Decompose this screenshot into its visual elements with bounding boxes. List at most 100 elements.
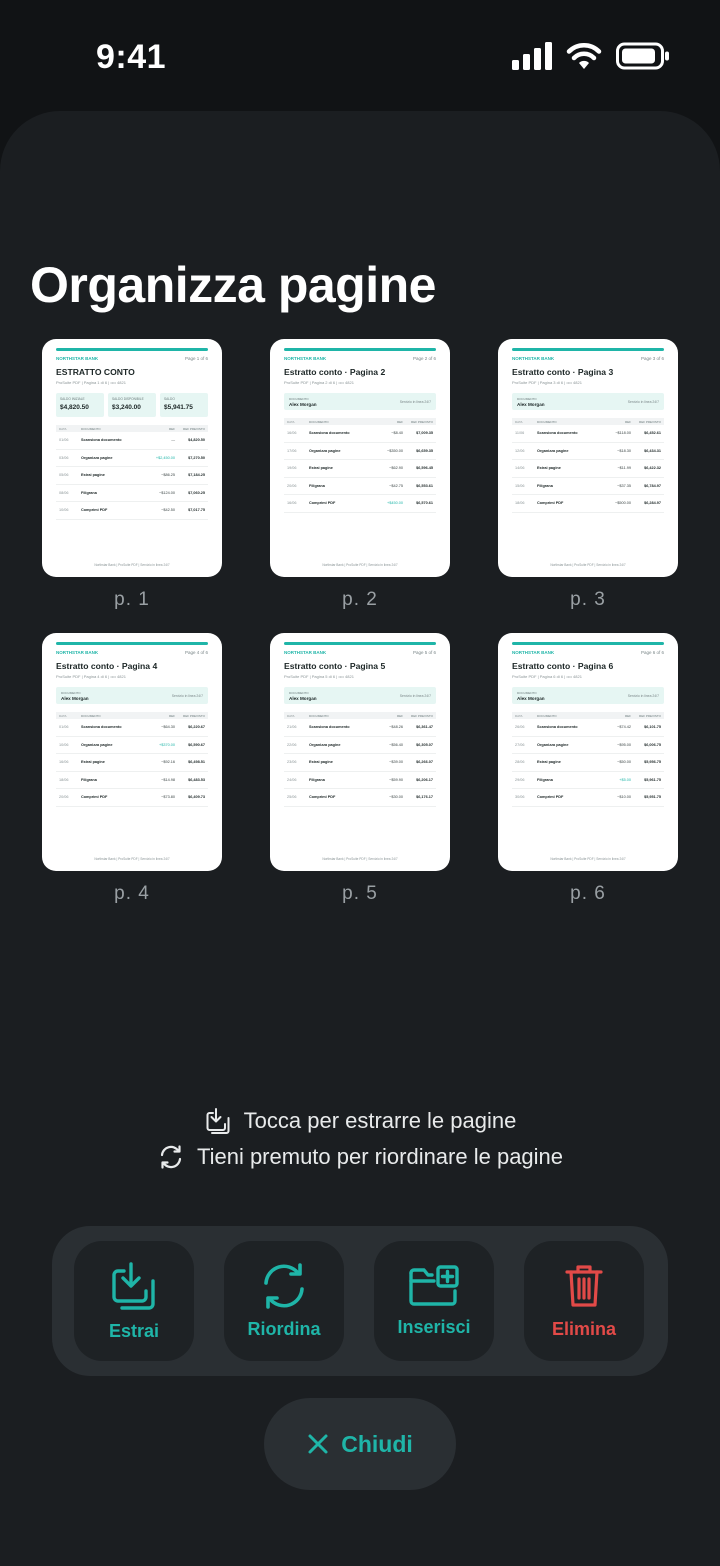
bank-name: NORTHSTAR BANK (56, 356, 99, 361)
col-doc: DOCUMENTO (309, 713, 329, 718)
row-date: 30/06 (515, 795, 525, 800)
row-date: 24/06 (287, 777, 297, 782)
col-doc: DOCUMENTO (537, 419, 557, 424)
col-date: DATA (287, 713, 295, 718)
preview-header: NORTHSTAR BANK Page 1 of 6 (56, 356, 208, 361)
page-preview[interactable]: NORTHSTAR BANK Page 3 of 6 Estratto conto … (498, 339, 678, 577)
page-thumbnail-1[interactable]: NORTHSTAR BANK Page 1 of 6 ESTRATTO CONTO P… (42, 339, 222, 611)
row-doc: Comprimi PDF (81, 795, 108, 800)
row-balance: $6,101.75 (644, 725, 661, 730)
page-label: p. 4 (114, 883, 150, 904)
row-date: 16/06 (287, 431, 297, 436)
row-amount: −$500.00 (615, 501, 631, 506)
row-balance: $6,361.47 (416, 725, 433, 730)
reorder-button[interactable]: Riordina (224, 1241, 344, 1361)
insert-button[interactable]: Inserisci (374, 1241, 494, 1361)
preview-header: NORTHSTAR BANK Page 3 of 6 (512, 356, 664, 361)
row-balance: $5,951.75 (644, 795, 661, 800)
summary-card-key: SALDO INIZIALE (60, 397, 85, 401)
summary-card-key: SALDO DISPONIBILE (112, 397, 144, 401)
row-amount: −$56.40 (389, 742, 403, 747)
table-row: 19/06 Estrai pagine −$62.90 $6,596.45 (284, 460, 436, 478)
preview-footer: Northstar Bank | ProSuite PDF | Servizio… (94, 563, 170, 567)
page-thumbnail-4[interactable]: NORTHSTAR BANK Page 4 of 6 Estratto conto … (42, 633, 222, 905)
row-balance: $7,009.35 (416, 431, 433, 436)
row-doc: Filigrana (81, 777, 97, 782)
row-amount: +$450.00 (387, 501, 403, 506)
row-balance: $6,409.73 (188, 795, 205, 800)
preview-title: Estratto conto · Pagina 4 (56, 661, 158, 671)
table-row: 05/06 Estrai pagine −$86.25 $7,184.25 (56, 467, 208, 485)
page-label: p. 1 (114, 589, 150, 610)
row-date: 17/06 (287, 448, 297, 453)
row-date: 08/06 (59, 490, 69, 495)
preview-subtitle: ProSuite PDF | Pagina 5 di 6 | •••• 4821 (284, 674, 354, 679)
table-row: 26/06 Scansiona documento −$74.42 $6,101.75 (512, 719, 664, 737)
row-amount: −$92.16 (161, 760, 175, 765)
battery-icon (616, 42, 669, 70)
row-date: 18/06 (59, 777, 69, 782)
page-number: Page 3 of 6 (640, 356, 664, 361)
table-row: 30/06 Comprimi PDF −$10.00 $5,951.75 (512, 789, 664, 807)
col-date: DATA (515, 419, 523, 424)
row-balance: $6,284.97 (644, 501, 661, 506)
row-amount: −$59.90 (389, 777, 403, 782)
row-date: 27/06 (515, 742, 525, 747)
row-amount: +$2,450.00 (155, 455, 175, 460)
preview-footer: Northstar Bank | ProSuite PDF | Servizio… (550, 563, 626, 567)
preview-title: Estratto conto · Pagina 5 (284, 661, 386, 671)
preview-header: NORTHSTAR BANK Page 6 of 6 (512, 650, 664, 655)
preview-title: Estratto conto · Pagina 2 (284, 367, 386, 377)
extract-button[interactable]: Estrai (74, 1241, 194, 1361)
table-row: 20/06 Filigrana −$42.75 $6,553.61 (284, 478, 436, 495)
row-amount: −$30.00 (389, 795, 403, 800)
bank-name: NORTHSTAR BANK (284, 356, 327, 361)
summary-card-value: $3,240.00 (112, 404, 141, 411)
page-preview[interactable]: NORTHSTAR BANK Page 6 of 6 Estratto conto … (498, 633, 678, 871)
row-amount: −$50.00 (617, 760, 631, 765)
holder-note: Servizio in linea 24/7 (627, 399, 659, 404)
accent-bar (56, 348, 208, 351)
col-date: DATA (287, 419, 295, 424)
row-date: 29/06 (515, 777, 525, 782)
row-date: 14/06 (515, 466, 525, 471)
page-preview[interactable]: NORTHSTAR BANK Page 2 of 6 Estratto conto … (270, 339, 450, 577)
table-row: 16/06 Scansiona documento −$8.40 $7,009.35 (284, 425, 436, 443)
table-row: 17/06 Organizza pagine −$350.00 $6,659.35 (284, 443, 436, 460)
row-doc: Filigrana (81, 490, 97, 495)
summary-card: SALDO DISPONIBILE $3,240.00 (108, 393, 156, 417)
preview-subtitle: ProSuite PDF | Pagina 2 di 6 | •••• 4821 (284, 380, 354, 385)
delete-button[interactable]: Elimina (524, 1241, 644, 1361)
accent-bar (284, 348, 436, 351)
table-header: DATA DOCUMENTO REF REF PREVISTO (56, 425, 208, 432)
row-balance: $6,659.35 (416, 448, 433, 453)
row-amount: −$73.80 (161, 795, 175, 800)
holder-note: Servizio in linea 24/7 (399, 693, 431, 698)
row-date: 22/06 (287, 742, 297, 747)
row-date: 19/06 (287, 466, 297, 471)
row-balance: $6,422.32 (644, 466, 661, 471)
page-thumbnail-6[interactable]: NORTHSTAR BANK Page 6 of 6 Estratto conto … (498, 633, 678, 905)
status-bar: 9:41 (0, 0, 720, 110)
row-date: 10/06 (59, 508, 69, 513)
row-date: 23/06 (287, 760, 297, 765)
accent-bar (512, 348, 664, 351)
row-doc: Organizza pagine (537, 448, 569, 453)
hints: Tocca per estrarre le pagine Tieni premu… (0, 1104, 720, 1174)
table-row: 10/06 Organizza pagine +$370.00 $6,590.67 (56, 737, 208, 754)
page-preview[interactable]: NORTHSTAR BANK Page 4 of 6 Estratto conto … (42, 633, 222, 871)
page-preview[interactable]: NORTHSTAR BANK Page 1 of 6 ESTRATTO CONTO P… (42, 339, 222, 577)
row-date: 05/06 (59, 473, 69, 478)
page-preview[interactable]: NORTHSTAR BANK Page 5 of 6 Estratto conto … (270, 633, 450, 871)
page-thumbnail-3[interactable]: NORTHSTAR BANK Page 3 of 6 Estratto conto … (498, 339, 678, 611)
row-amount: −$95.00 (617, 742, 631, 747)
table-row: 11/06 Scansiona documento −$118.00 $6,452.6… (512, 425, 664, 443)
close-button[interactable]: Chiudi (264, 1398, 456, 1490)
col-ref-prev: REF PREVISTO (411, 713, 433, 718)
table-row: 14/06 Estrai pagine −$11.99 $6,422.32 (512, 460, 664, 478)
page-thumbnail-2[interactable]: NORTHSTAR BANK Page 2 of 6 Estratto conto … (270, 339, 450, 611)
hint-reorder: Tieni premuto per riordinare le pagine (0, 1140, 720, 1174)
col-doc: DOCUMENTO (81, 426, 101, 431)
page-thumbnail-5[interactable]: NORTHSTAR BANK Page 5 of 6 Estratto conto … (270, 633, 450, 905)
holder-key: DOCUMENTO (517, 690, 537, 695)
